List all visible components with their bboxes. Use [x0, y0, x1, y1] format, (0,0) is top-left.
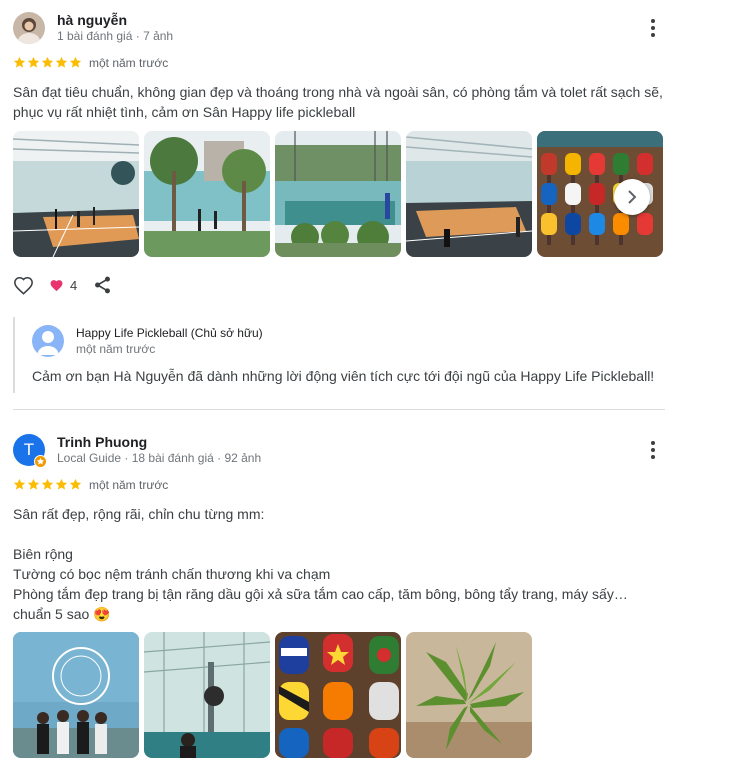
review-photo[interactable] [275, 632, 401, 758]
star-icon [69, 478, 82, 490]
heart-outline-icon [13, 276, 33, 295]
review-card: T Trinh Phuong Local Guide · 18 bài đánh… [0, 410, 680, 761]
owner-response-text: Cảm ơn bạn Hà Nguyễn đã dành những lời đ… [32, 368, 655, 384]
chevron-right-icon [628, 190, 637, 204]
review-time: một năm trước [89, 478, 169, 492]
review-photo[interactable] [144, 131, 270, 257]
owner-avatar[interactable] [32, 325, 64, 357]
review-text-line: Sân đạt tiêu chuẩn, không gian đẹp và th… [13, 84, 663, 100]
star-icon [41, 56, 54, 68]
local-guide-badge-icon [34, 455, 47, 468]
photo-strip [13, 632, 532, 758]
star-rating [13, 56, 82, 69]
review-time: một năm trước [89, 56, 169, 70]
owner-name[interactable]: Happy Life Pickleball (Chủ sở hữu) [76, 326, 263, 340]
photo-strip [13, 131, 663, 257]
star-icon [55, 478, 68, 490]
owner-response-time: một năm trước [76, 342, 156, 356]
review-text-line: Biên rộng [13, 546, 73, 562]
author-name[interactable]: hà nguyễn [57, 12, 127, 28]
review-text-line: phục vụ rất nhiệt tình, cảm ơn Sân Happy… [13, 104, 356, 120]
review-photo[interactable] [13, 632, 139, 758]
star-rating [13, 478, 82, 491]
star-icon [41, 478, 54, 490]
avatar[interactable] [13, 12, 45, 44]
more-options-button[interactable] [641, 16, 665, 40]
owner-response: Happy Life Pickleball (Chủ sở hữu) một n… [13, 317, 663, 393]
review-text-line: chuẩn 5 sao 😍 [13, 606, 111, 622]
more-vert-icon [651, 441, 655, 459]
review-photo[interactable] [275, 131, 401, 257]
author-meta: 1 bài đánh giá · 7 ảnh [57, 29, 174, 43]
review-text-line: Tường có bọc nệm tránh chấn thương khi v… [13, 566, 331, 582]
review-text-line: Phòng tắm đẹp trang bị tận răng dầu gội … [13, 586, 628, 602]
review-photo[interactable] [13, 131, 139, 257]
star-icon [27, 478, 40, 490]
heart-filled-icon [50, 279, 63, 291]
review-text-line: Sân rất đẹp, rộng rãi, chỉn chu từng mm: [13, 506, 265, 522]
review-actions: 4 [12, 274, 113, 296]
review-photo[interactable] [144, 632, 270, 758]
author-name[interactable]: Trinh Phuong [57, 434, 147, 450]
more-options-button[interactable] [641, 438, 665, 462]
star-icon [55, 56, 68, 68]
review-photo[interactable] [406, 131, 532, 257]
like-button[interactable] [12, 274, 34, 296]
share-icon [94, 276, 110, 294]
reaction-summary[interactable]: 4 [49, 278, 77, 293]
review-photo[interactable] [537, 131, 663, 257]
review-card: hà nguyễn 1 bài đánh giá · 7 ảnh một năm… [0, 0, 680, 410]
person-icon [37, 331, 59, 355]
more-vert-icon [651, 19, 655, 37]
avatar[interactable]: T [13, 434, 47, 468]
star-icon [69, 56, 82, 68]
author-meta: Local Guide · 18 bài đánh giá · 92 ảnh [57, 451, 262, 465]
star-icon [27, 56, 40, 68]
like-count: 4 [70, 277, 78, 293]
next-photo-button[interactable] [614, 179, 650, 215]
star-icon [13, 478, 26, 490]
star-icon [13, 56, 26, 68]
share-button[interactable] [91, 274, 113, 296]
review-photo[interactable] [406, 632, 532, 758]
